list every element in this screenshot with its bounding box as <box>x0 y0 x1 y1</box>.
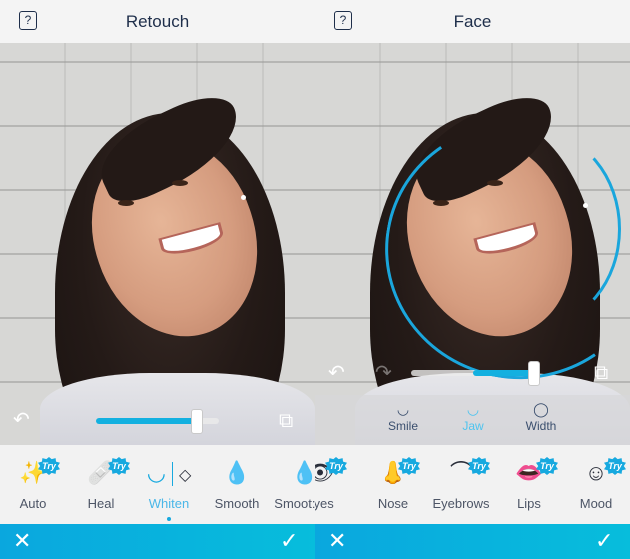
tool-whiten[interactable]: ◡ ◇ Whiten <box>134 453 204 521</box>
subtool-label: Smile <box>387 419 418 433</box>
photo-shirt <box>40 373 315 445</box>
tool-smooth-eyes[interactable]: 💧 Smoot:yes <box>270 453 315 511</box>
tool-auto[interactable]: ✨ Try Auto <box>0 453 68 511</box>
face-subtool-bar: ◡ Smile ◡ Jaw ◯ Width <box>315 395 630 445</box>
divider <box>171 462 173 487</box>
subtool-label: Width <box>525 419 557 433</box>
photo-eye <box>172 180 188 186</box>
subtool-jaw[interactable]: ◡ Jaw <box>438 399 508 433</box>
slider-thumb[interactable] <box>190 409 203 434</box>
magic-wand-icon: ✨ <box>19 460 47 485</box>
face-header: ? Face <box>315 0 630 43</box>
slider-fill <box>472 370 534 376</box>
tool-nose[interactable]: 👃 Try Nose <box>358 453 428 511</box>
compare-icon[interactable]: ⧉ <box>279 411 293 431</box>
tool-label: Eyebrows <box>432 496 490 511</box>
drop-icon: 💧 <box>223 460 251 485</box>
photo-canvas[interactable]: ↶ ↷ ⧉ <box>315 43 630 445</box>
action-bar: ✕ ✓ <box>315 524 630 559</box>
jaw-guide-right <box>455 131 621 327</box>
smile-icon: ◡ <box>396 401 410 417</box>
tool-strip: ✨ Try Auto 🩹 Try Heal ◡ ◇ Whiten 💧 Smooth… <box>0 445 315 524</box>
tool-eyebrows[interactable]: ⌒ Try Eyebrows <box>426 453 496 511</box>
photo-earring <box>241 195 246 200</box>
tool-eyes[interactable]: 👁 Try t:yes <box>315 453 355 511</box>
tool-label: Lips <box>517 496 541 511</box>
face-width-icon: ◯ <box>533 401 549 417</box>
slider-thumb[interactable] <box>528 361 540 386</box>
tool-label: Smooth <box>214 496 260 511</box>
tool-lips[interactable]: 👄 Try Lips <box>494 453 564 511</box>
jaw-icon: ◡ <box>466 401 480 417</box>
jaw-slider[interactable] <box>411 361 540 386</box>
redo-icon[interactable]: ↷ <box>375 363 392 383</box>
tool-label: Auto <box>19 496 47 511</box>
subtool-label: Jaw <box>462 419 484 433</box>
page-title: Face <box>453 12 492 31</box>
action-bar: ✕ ✓ <box>0 524 315 559</box>
tool-label: Heal <box>87 496 115 511</box>
active-indicator <box>167 517 171 521</box>
teeth-icon: ◡ ◇ <box>146 460 192 487</box>
cancel-icon[interactable]: ✕ <box>13 528 31 554</box>
subtool-width[interactable]: ◯ Width <box>506 399 576 433</box>
tool-label: Whiten <box>148 496 190 511</box>
drops-icon: 💧 <box>291 460 315 485</box>
tool-mood[interactable]: ☺ Try Mood <box>561 453 630 511</box>
eraser-icon[interactable]: ◇ <box>179 467 191 484</box>
tool-heal[interactable]: 🩹 Try Heal <box>66 453 136 511</box>
tool-smooth[interactable]: 💧 Smooth <box>202 453 272 511</box>
slider-fill <box>96 418 197 424</box>
retouch-header: ? Retouch <box>0 0 315 43</box>
subtool-smile[interactable]: ◡ Smile <box>368 399 438 433</box>
cancel-icon[interactable]: ✕ <box>328 528 346 554</box>
photo-eye <box>118 200 134 206</box>
face-panel: ? Face ↶ ↷ ⧉ ◡ Smile ◡ Jaw ◯ Width 👁 Try… <box>315 0 630 559</box>
intensity-slider[interactable] <box>96 409 219 434</box>
tool-label: t:yes <box>315 496 334 511</box>
tool-label: Nose <box>377 496 409 511</box>
tool-label: Mood <box>579 496 613 511</box>
confirm-icon[interactable]: ✓ <box>595 528 613 554</box>
nose-icon: 👃 <box>379 460 407 485</box>
compare-icon[interactable]: ⧉ <box>594 363 608 383</box>
confirm-icon[interactable]: ✓ <box>280 528 298 554</box>
tool-label: Smoot:yes <box>274 496 315 511</box>
undo-icon[interactable]: ↶ <box>328 363 345 383</box>
retouch-panel: ? Retouch ↶ ⧉ ✨ Try Auto 🩹 Try Heal ◡ ◇ … <box>0 0 315 559</box>
photo-canvas[interactable]: ↶ ⧉ <box>0 43 315 445</box>
undo-icon[interactable]: ↶ <box>13 410 30 430</box>
tool-strip: 👁 Try t:yes 👃 Try Nose ⌒ Try Eyebrows 👄 … <box>315 445 630 524</box>
page-title: Retouch <box>125 12 190 31</box>
